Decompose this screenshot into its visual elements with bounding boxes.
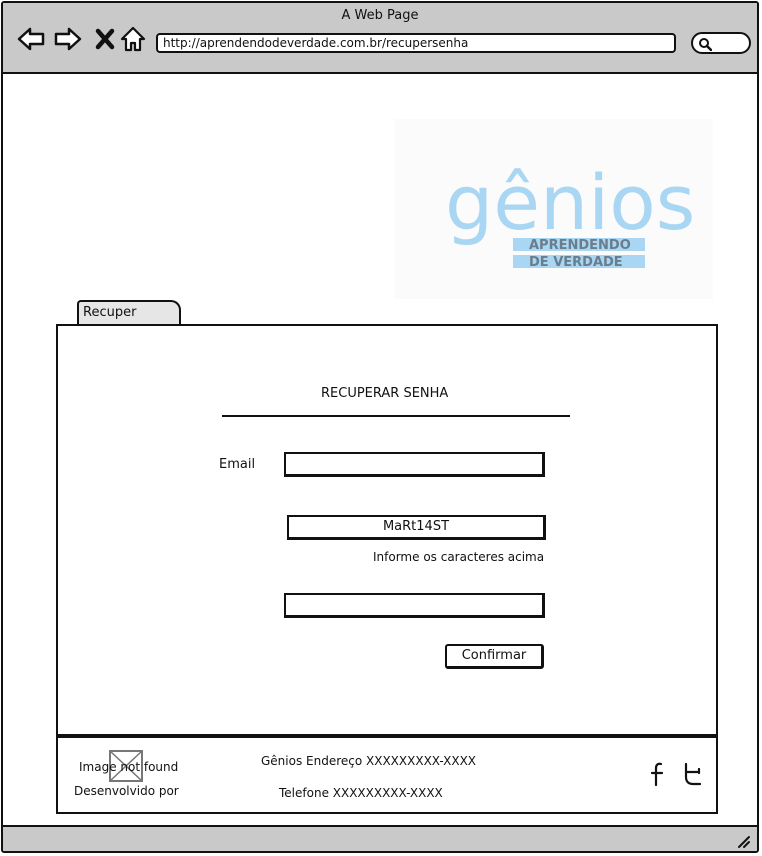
forward-arrow-icon[interactable] [54,25,82,53]
brand-logo: gênios APRENDENDO DE VERDADE [395,119,713,299]
facebook-icon[interactable] [649,761,667,787]
captcha-hint: Informe os caracteres acima [373,550,545,564]
image-alt-text: Image not found [79,760,179,774]
close-icon[interactable] [92,25,120,53]
logo-brand-text: gênios [445,158,695,247]
tab-recuper-senha[interactable]: Recuper Senha [77,300,181,342]
back-arrow-icon[interactable] [17,25,45,53]
footer-address: Gênios Endereço XXXXXXXXX-XXXX [261,754,477,768]
footer-phone: Telefone XXXXXXXXX-XXXX [279,786,443,800]
page-footer [56,736,718,814]
title-divider [222,415,570,417]
confirm-button[interactable]: Confirmar [445,644,544,669]
captcha-text: MaRt14ST [287,515,546,540]
genios-logo-graphic: gênios APRENDENDO DE VERDADE [445,158,695,270]
logo-tagline-1: APRENDENDO [529,238,631,253]
logo-tagline-2: DE VERDADE [529,255,623,270]
resize-grip-icon[interactable] [735,833,751,849]
home-icon[interactable] [119,25,147,53]
twitter-icon[interactable] [680,761,704,787]
status-bar [3,825,757,851]
browser-window: A Web Page http://aprendendodeverdade.co… [1,1,759,853]
browser-toolbar: A Web Page http://aprendendodeverdade.co… [3,3,757,74]
page-title: RECUPERAR SENHA [321,386,449,401]
window-title: A Web Page [341,8,419,23]
search-icon [699,38,712,51]
captcha-input[interactable] [284,593,545,618]
search-box[interactable] [691,32,751,54]
email-label: Email [219,457,256,472]
email-input[interactable] [284,452,545,477]
developed-by: Desenvolvido por [74,784,179,798]
address-bar[interactable]: http://aprendendodeverdade.com.br/recupe… [156,33,676,53]
